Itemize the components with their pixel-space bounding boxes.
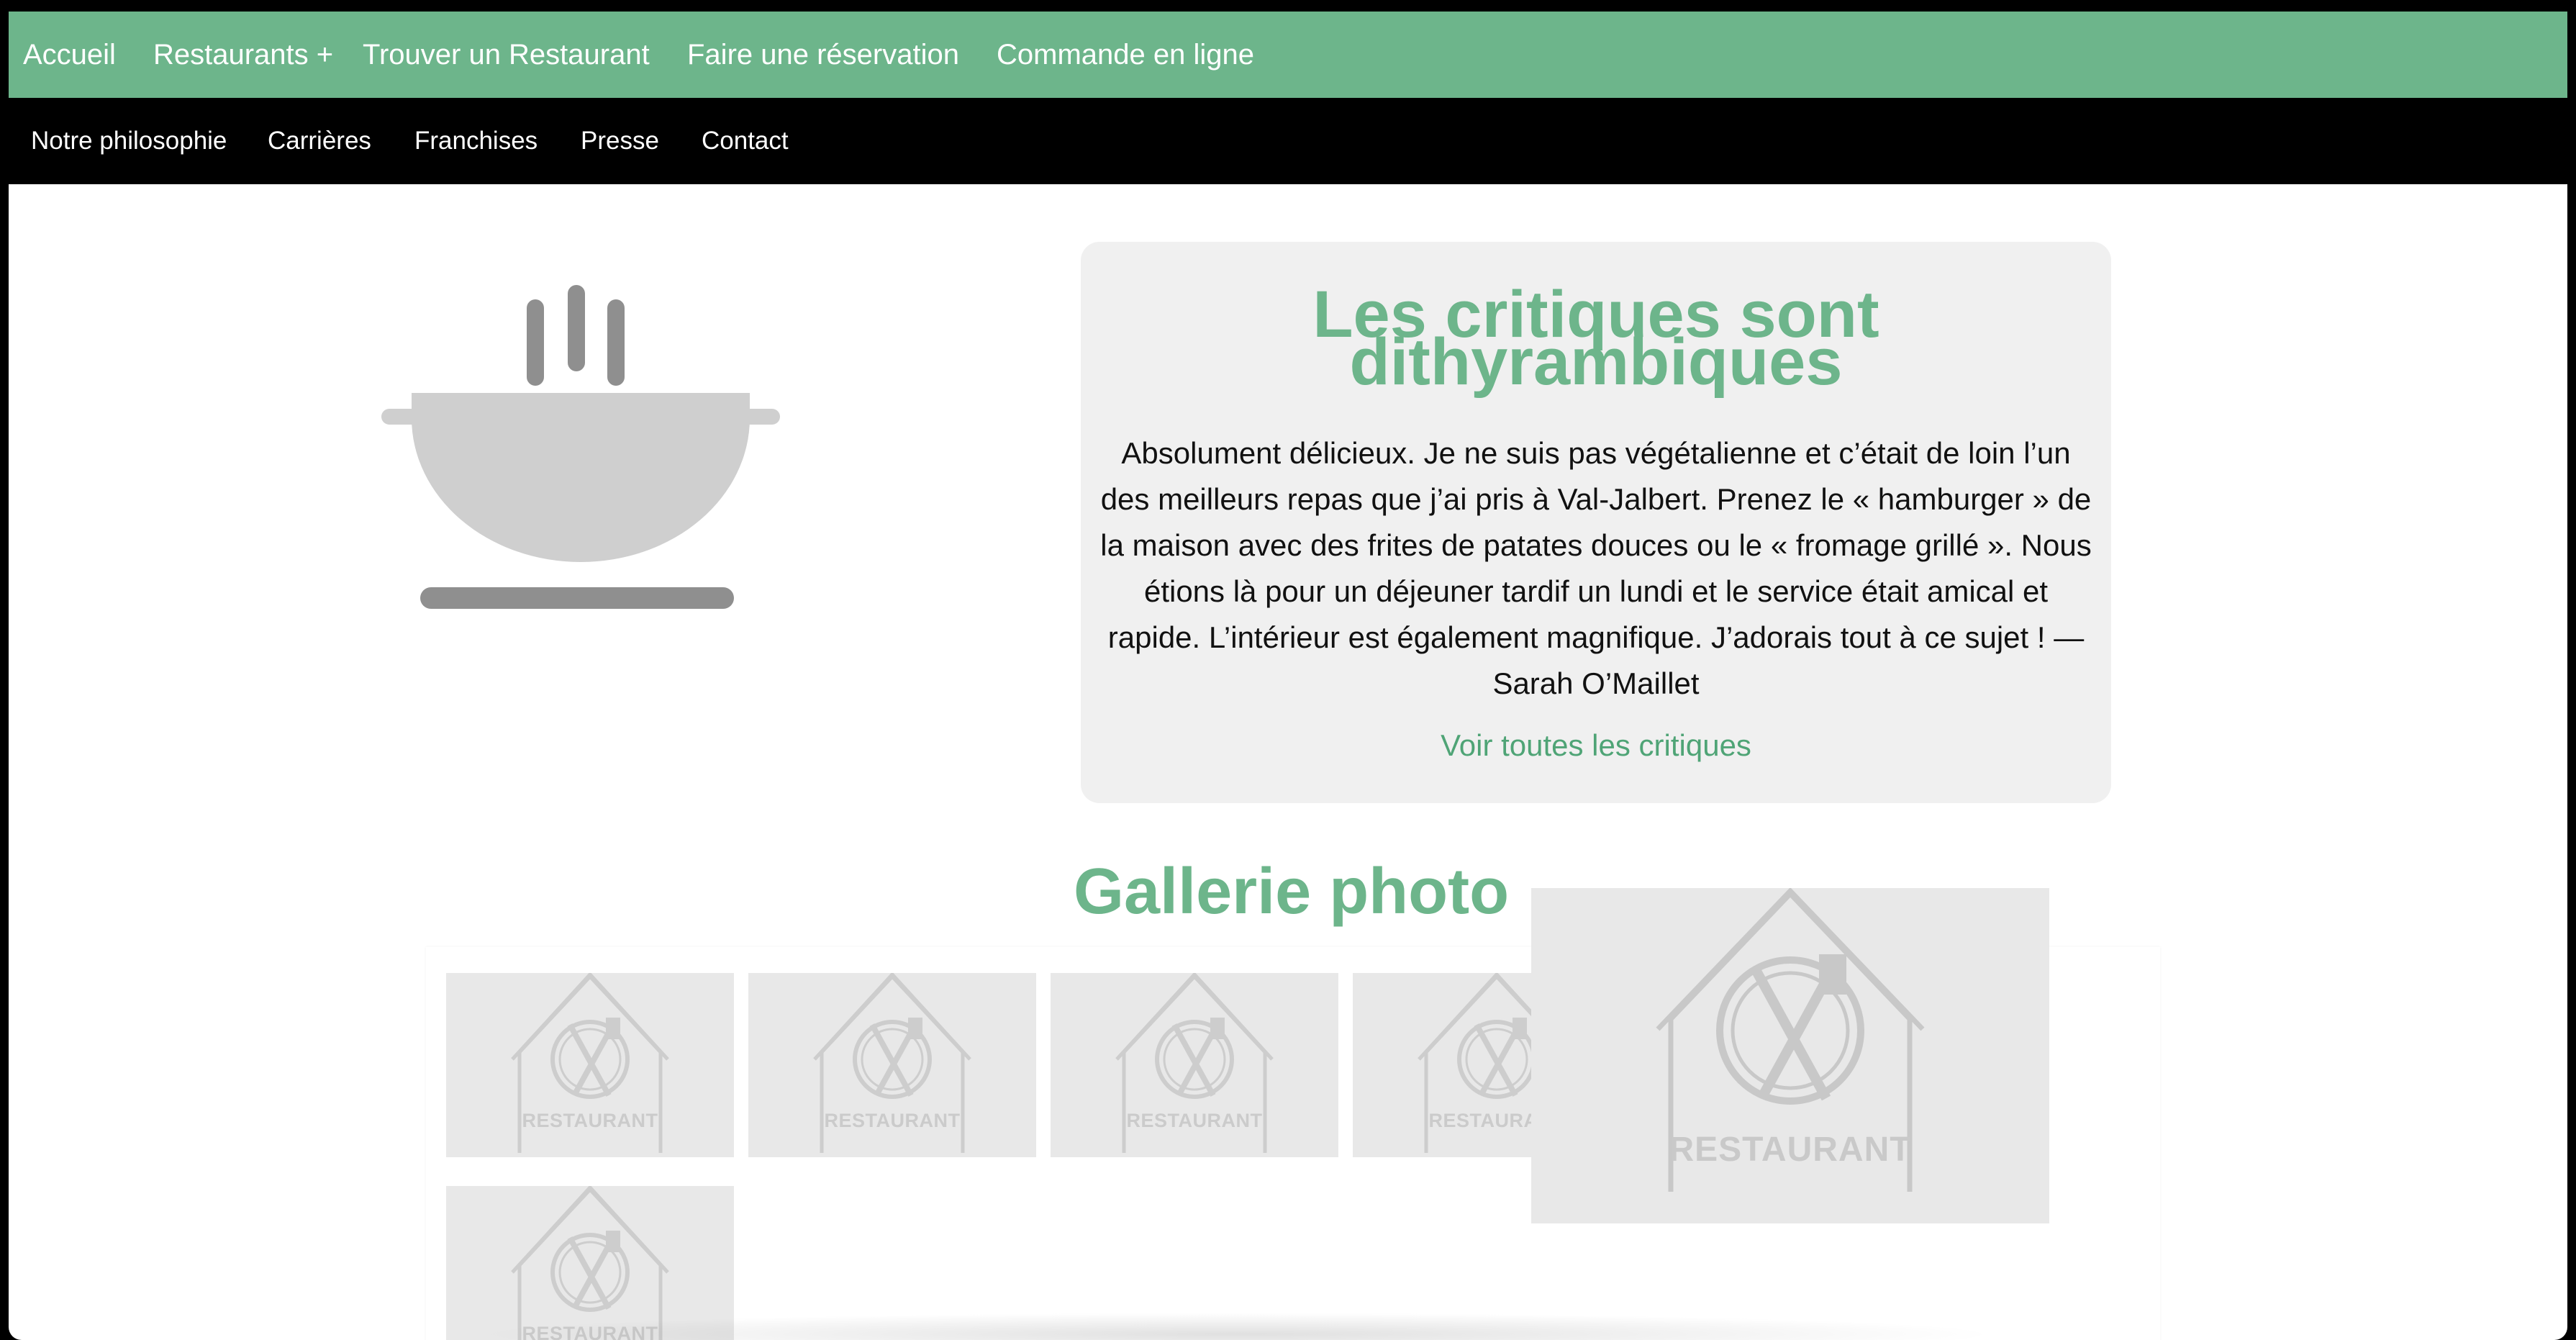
nav-contact[interactable]: Contact (702, 98, 789, 184)
secondary-nav: Notre philosophie Carrières Franchises P… (9, 98, 2567, 184)
nav-restaurants[interactable]: Restaurants + (153, 12, 333, 98)
gallery-title: Gallerie photo (1074, 856, 1510, 928)
nav-franchises[interactable]: Franchises (414, 98, 538, 184)
review-text: Absolument délicieux. Je ne suis pas vég… (1100, 436, 2092, 700)
review-card: Les critiques sont dithyrambiques Absolu… (1081, 242, 2111, 803)
primary-nav: Accueil Restaurants + Trouver un Restaur… (9, 12, 2567, 98)
enlarged-image-label: RESTAURANT (1669, 1131, 1912, 1169)
nav-carrieres[interactable]: Carrières (268, 98, 371, 184)
gallery-thumbnail[interactable]: RESTAURANT (1051, 973, 1338, 1157)
see-all-reviews-link[interactable]: Voir toutes les critiques (1081, 723, 2111, 769)
nav-reservation[interactable]: Faire une réservation (687, 12, 959, 98)
review-title: Les critiques sont dithyrambiques (1312, 278, 1879, 399)
thumbnail-label: RESTAURANT (522, 1110, 658, 1131)
gallery-thumbnail[interactable]: RESTAURANT (446, 973, 734, 1157)
gallery-enlarged-image[interactable]: RESTAURANT (1531, 888, 2049, 1223)
nav-commande-en-ligne[interactable]: Commande en ligne (997, 12, 1254, 98)
browser-viewport: Accueil Restaurants + Trouver un Restaur… (9, 12, 2567, 1340)
restaurant-placeholder-icon (1656, 888, 1925, 1192)
nav-trouver-restaurant[interactable]: Trouver un Restaurant (363, 12, 650, 98)
thumbnail-label: RESTAURANT (1126, 1110, 1263, 1131)
cooking-pot-icon (381, 285, 780, 609)
bottom-shadow (469, 1313, 2002, 1340)
nav-presse[interactable]: Presse (581, 98, 659, 184)
nav-accueil[interactable]: Accueil (23, 12, 116, 98)
nav-notre-philosophie[interactable]: Notre philosophie (31, 98, 227, 184)
gallery-thumbnail[interactable]: RESTAURANT (748, 973, 1036, 1157)
thumbnail-label: RESTAURANT (824, 1110, 961, 1131)
